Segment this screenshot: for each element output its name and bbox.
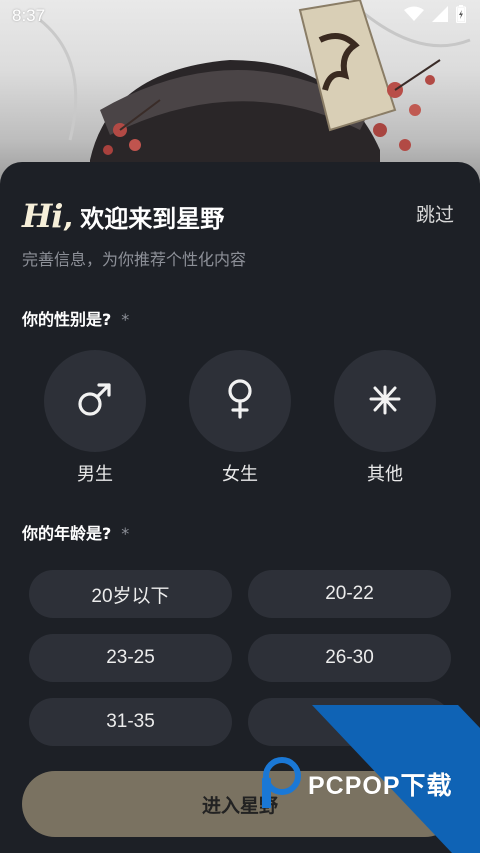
battery-charging-icon [455, 4, 467, 28]
hi-logo: Hi [22, 197, 63, 235]
age-section-title: 你的年龄是? * [22, 520, 129, 544]
age-question: 你的年龄是? [22, 524, 112, 543]
gender-option-female[interactable]: 女生 [188, 350, 292, 486]
enter-button[interactable]: 进入星野 [22, 771, 458, 837]
male-icon [75, 379, 115, 423]
gender-label-male: 男生 [77, 464, 113, 485]
age-option[interactable]: 20-22 [248, 570, 451, 618]
welcome-title: 欢迎来到星野 [80, 205, 225, 233]
signal-icon [432, 5, 448, 27]
female-icon [220, 377, 260, 425]
gender-section-title: 你的性别是? * [22, 306, 129, 330]
hi-comma: , [64, 204, 75, 234]
onboarding-sheet: Hi , 欢迎来到星野 跳过 完善信息，为你推荐个性化内容 你的性别是? * 男生 [0, 162, 480, 853]
gender-option-male[interactable]: 男生 [43, 350, 147, 486]
age-option[interactable]: 26-30 [248, 634, 451, 682]
age-option[interactable] [248, 698, 451, 746]
required-mark: * [121, 310, 130, 329]
status-bar: 8:37 [0, 0, 480, 32]
gender-circle-male[interactable] [44, 350, 146, 452]
gender-option-other[interactable]: 其他 [333, 350, 437, 486]
required-mark: * [121, 524, 130, 543]
skip-button[interactable]: 跳过 [416, 200, 454, 227]
gender-circle-other[interactable] [334, 350, 436, 452]
age-option[interactable]: 23-25 [29, 634, 232, 682]
other-gender-icon [365, 379, 405, 423]
gender-label-female: 女生 [222, 464, 258, 485]
gender-options: 男生 女生 其他 [0, 350, 480, 490]
subtitle: 完善信息，为你推荐个性化内容 [22, 250, 247, 269]
wifi-icon [404, 6, 424, 27]
gender-circle-female[interactable] [189, 350, 291, 452]
age-option[interactable]: 31-35 [29, 698, 232, 746]
gender-label-other: 其他 [367, 464, 403, 485]
status-time: 8:37 [12, 6, 46, 25]
age-option[interactable]: 20岁以下 [29, 570, 232, 618]
gender-question: 你的性别是? [22, 310, 112, 329]
header: Hi , 欢迎来到星野 [22, 197, 224, 235]
status-icons [404, 4, 467, 28]
